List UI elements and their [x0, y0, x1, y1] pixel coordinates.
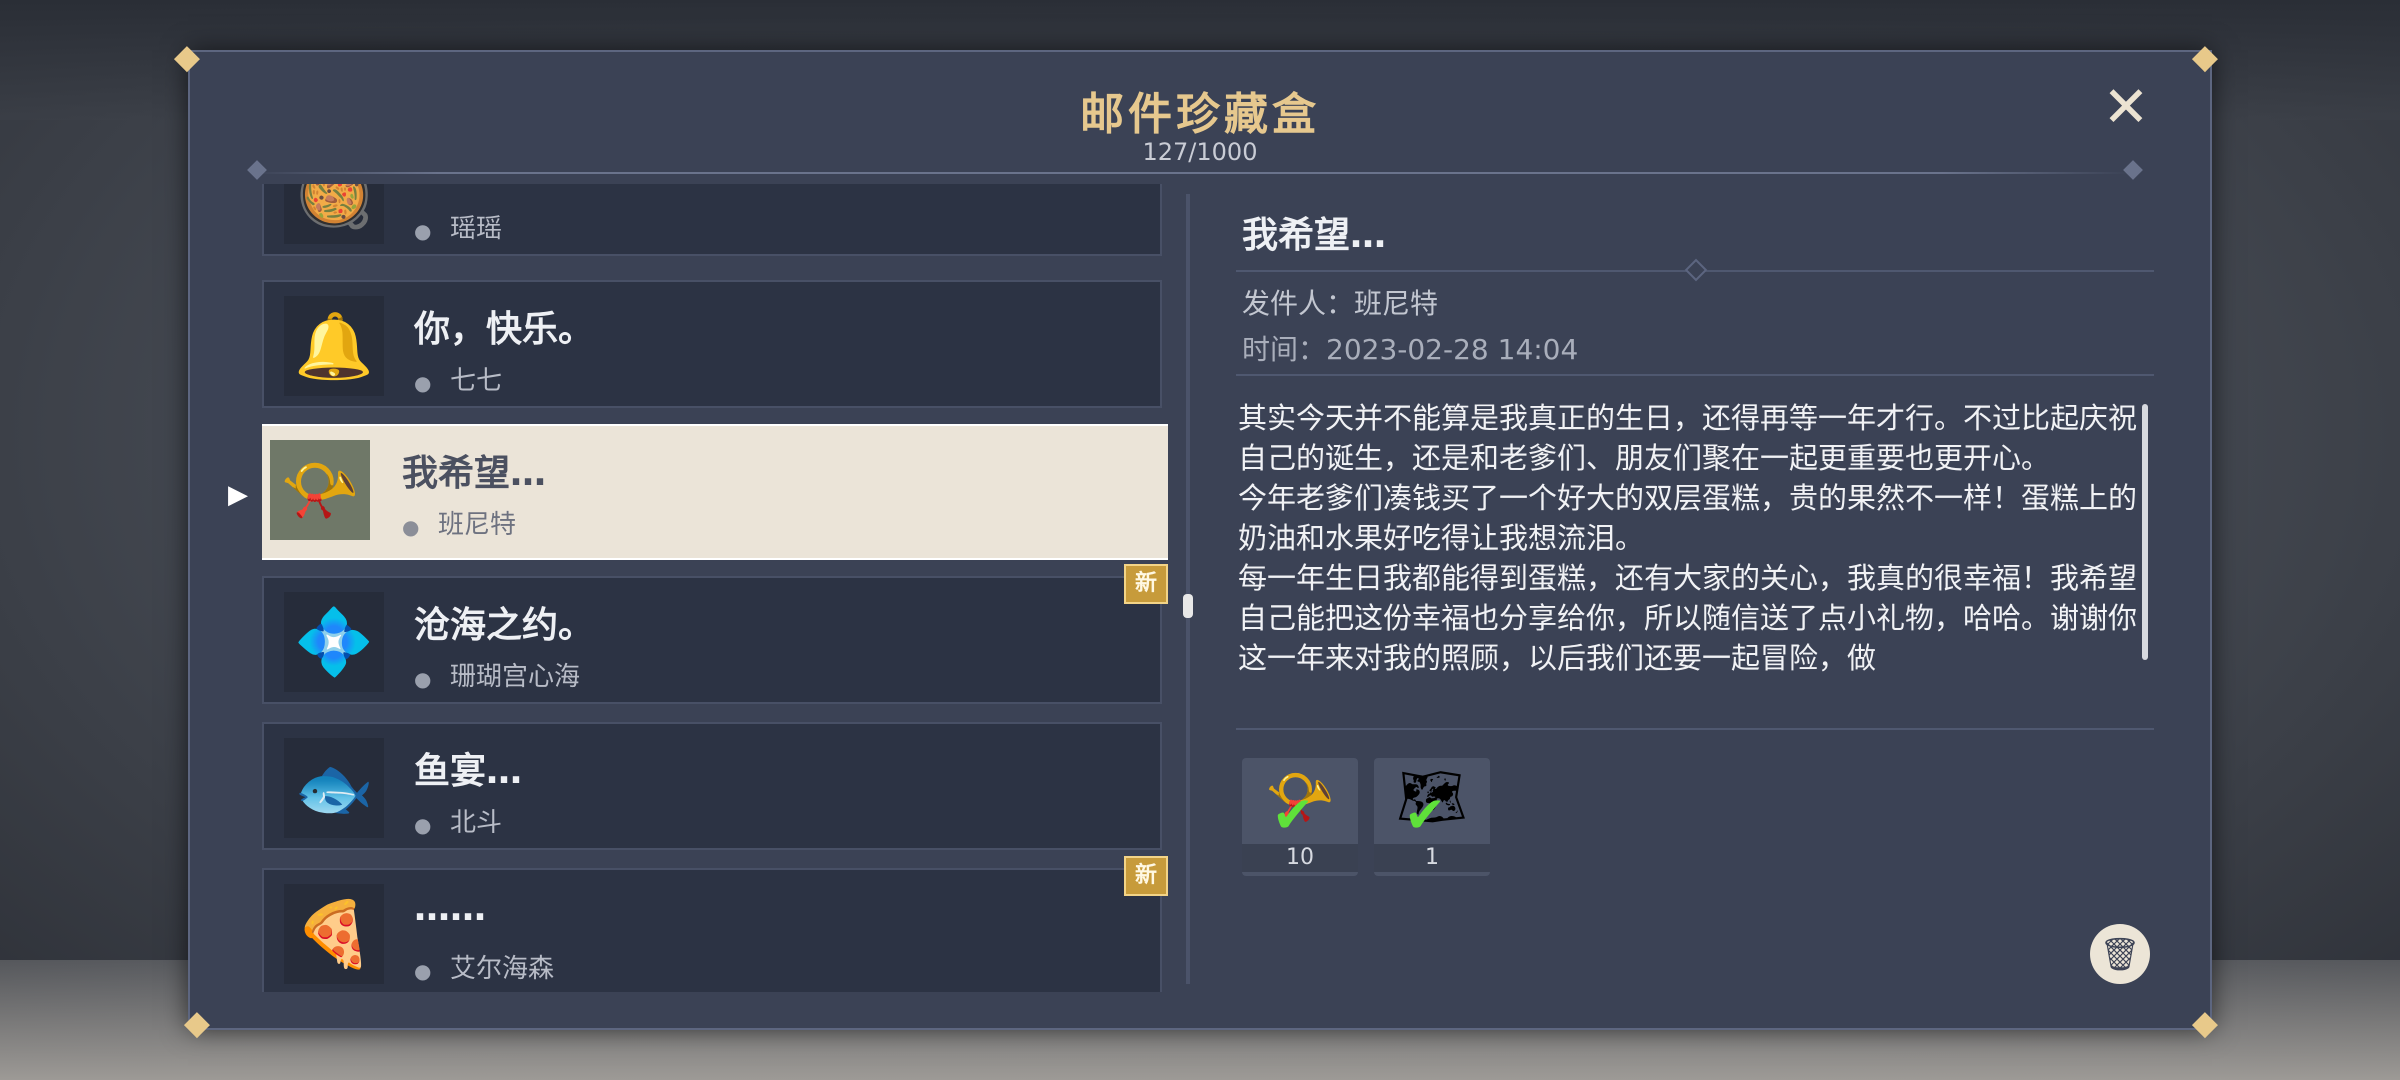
list-scrollbar-thumb[interactable]	[1183, 594, 1193, 618]
list-item[interactable]: 🥘 ● 瑶瑶	[262, 184, 1162, 256]
list-scrollbar[interactable]	[1186, 194, 1190, 984]
page-title: 邮件珍藏盒	[1080, 89, 1320, 140]
check-icon: ✔	[1404, 786, 1446, 844]
header-divider	[250, 172, 2130, 174]
close-icon[interactable]: ✕	[2098, 80, 2154, 136]
corner-ornament-icon: ◆	[2191, 37, 2219, 77]
list-item[interactable]: 🐟 鱼宴… ● 北斗	[262, 722, 1162, 850]
mail-detail-title: 我希望…	[1242, 215, 1387, 256]
crystal-icon: 💠	[284, 592, 384, 692]
mail-sender: ● 北斗	[414, 808, 503, 838]
person-icon: ●	[414, 218, 432, 243]
mail-sender: ● 七七	[414, 366, 503, 396]
person-icon: ●	[414, 666, 432, 691]
mail-sender: ● 珊瑚宫心海	[414, 662, 581, 692]
fish-icon: 🐟	[284, 738, 384, 838]
person-icon: ●	[414, 812, 432, 837]
new-badge: 新	[1124, 856, 1168, 896]
horn-icon: 📯	[270, 440, 370, 540]
mail-title: 你，快乐。	[414, 309, 595, 350]
flower-icon: 🔔	[284, 296, 384, 396]
check-icon: ✔	[1272, 786, 1314, 844]
corner-ornament-icon: ◆	[183, 1003, 211, 1043]
list-item[interactable]: 💠 沧海之约。 ● 珊瑚宫心海 新	[262, 564, 1168, 704]
mail-paragraph: 每一年生日我都能得到蛋糕，还有大家的关心，我真的很幸福！我希望自己能把这份幸福也…	[1238, 561, 2138, 675]
attachment-qty: 1	[1374, 844, 1490, 872]
corner-ornament-icon: ◆	[2191, 1003, 2219, 1043]
mail-sender: ● 瑶瑶	[414, 214, 503, 244]
mail-title: 我希望…	[402, 453, 547, 494]
pizza-icon: 🍕	[284, 884, 384, 984]
mail-count: 127/1000	[1142, 138, 1258, 166]
mail-paragraph: 今年老爹们凑钱买了一个好大的双层蛋糕，贵的果然不一样！蛋糕上的奶油和水果好吃得让…	[1238, 481, 2138, 555]
mail-title: 鱼宴…	[414, 751, 523, 792]
selected-indicator-icon: ▶	[228, 480, 248, 510]
trash-icon[interactable]: 🗑	[2090, 924, 2150, 984]
detail-divider	[1236, 728, 2154, 730]
mail-sender: ● 艾尔海森	[414, 954, 555, 984]
list-item-selected[interactable]: 📯 我希望… ● 班尼特	[262, 424, 1168, 560]
person-icon: ●	[414, 370, 432, 395]
mail-title: 沧海之约。	[414, 605, 595, 646]
mail-paragraph: 其实今天并不能算是我真正的生日，还得再等一年才行。不过比起庆祝自己的诞生，还是和…	[1238, 401, 2138, 475]
mail-title: ……	[414, 888, 486, 929]
mail-list: 🥘 ● 瑶瑶 🔔 你，快乐。 ● 七七 📯 我希望… ● 班尼特 💠 沧海之约。 ● 珊…	[262, 184, 1168, 992]
attachment-qty: 10	[1242, 844, 1358, 872]
person-icon: ●	[414, 958, 432, 983]
list-item[interactable]: 🍕 …… ● 艾尔海森 新	[262, 856, 1168, 992]
person-icon: ●	[402, 514, 420, 539]
attachment-item[interactable]: 🗺 ✔ 1	[1374, 758, 1490, 876]
mail-time: 时间：2023-02-28 14:04	[1242, 333, 1579, 366]
corner-ornament-icon: ◆	[173, 37, 201, 77]
mail-from: 发件人：班尼特	[1242, 287, 1439, 320]
mail-body: 其实今天并不能算是我真正的生日，还得再等一年才行。不过比起庆祝自己的诞生，还是和…	[1238, 398, 2138, 722]
detail-divider	[1236, 374, 2154, 376]
attachment-item[interactable]: 📯 ✔ 10	[1242, 758, 1358, 876]
list-item[interactable]: 🔔 你，快乐。 ● 七七	[262, 280, 1162, 408]
mail-sender: ● 班尼特	[402, 510, 517, 540]
new-badge: 新	[1124, 564, 1168, 604]
body-scrollbar[interactable]	[2142, 404, 2148, 660]
dish-icon: 🥘	[284, 184, 384, 244]
